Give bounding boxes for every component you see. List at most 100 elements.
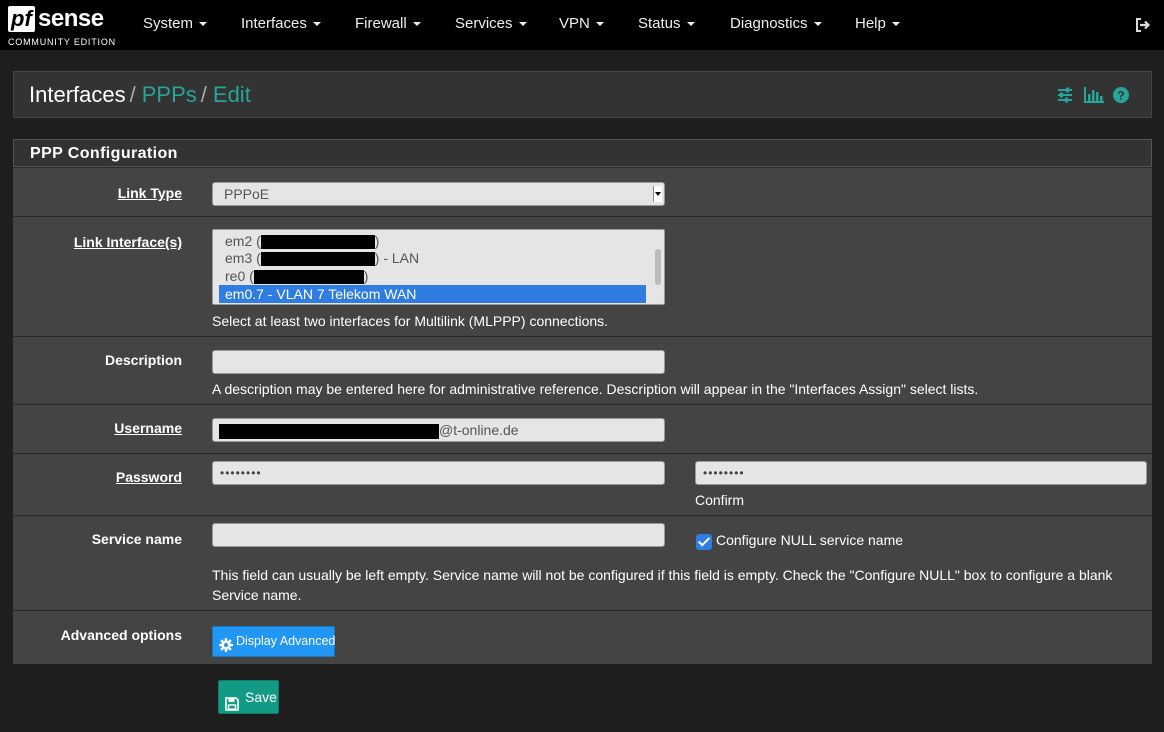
nav-system[interactable]: System <box>143 0 208 50</box>
caret-down-icon <box>312 22 321 27</box>
chevron-down-icon <box>653 186 662 202</box>
sliders-icon[interactable] <box>1057 87 1073 106</box>
caret-down-icon <box>199 22 208 27</box>
sign-out-icon[interactable] <box>1134 16 1152 34</box>
null-service-checkbox[interactable] <box>696 534 712 550</box>
nav-diagnostics[interactable]: Diagnostics <box>730 0 822 50</box>
link-type-select[interactable]: PPPoE <box>212 182 665 206</box>
option-text: em0.7 - VLAN 7 Telekom WAN <box>225 286 417 302</box>
password-confirm-value: •••••••• <box>703 466 745 480</box>
password-confirm-label: Confirm <box>695 492 745 508</box>
nav-firewall-label: Firewall <box>355 15 407 32</box>
redaction-block <box>219 423 439 439</box>
option-text: ) - LAN <box>374 250 420 266</box>
password-input[interactable]: •••••••• <box>212 461 665 485</box>
username-input[interactable]: @t-online.de <box>212 418 665 442</box>
option-text: ) <box>363 268 369 284</box>
password-value: •••••••• <box>220 466 262 480</box>
nav-vpn[interactable]: VPN <box>559 0 604 50</box>
link-interfaces-label: Link Interface(s) <box>73 234 182 250</box>
breadcrumb-bar: Interfaces / PPPs / Edit ? <box>13 71 1152 118</box>
caret-down-icon <box>518 22 527 27</box>
bar-chart-icon[interactable] <box>1084 87 1104 106</box>
redaction-block <box>260 252 375 267</box>
link-interfaces-row: Link Interface(s) em2 () em3 ( ) - LAN re… <box>13 216 1152 336</box>
display-advanced-label: Display Advanced <box>236 634 336 648</box>
logo-sense: sense <box>38 5 104 32</box>
breadcrumb-icons: ? <box>1057 87 1139 105</box>
save-icon <box>225 690 239 722</box>
nav-firewall[interactable]: Firewall <box>355 0 421 50</box>
ppp-configuration-panel: PPP Configuration Link Type PPPoE Link I… <box>13 139 1152 664</box>
nav-diagnostics-label: Diagnostics <box>730 15 808 32</box>
option-text: em2 ( <box>225 233 261 249</box>
svg-text:?: ? <box>1117 89 1124 103</box>
nav-services-label: Services <box>455 15 513 32</box>
caret-down-icon <box>813 22 822 27</box>
caret-down-icon <box>891 22 900 27</box>
nav-vpn-label: VPN <box>559 15 590 32</box>
save-label: Save <box>245 689 277 705</box>
nav-interfaces[interactable]: Interfaces <box>241 0 321 50</box>
link-type-value: PPPoE <box>224 186 270 202</box>
username-label: Username <box>114 420 182 436</box>
nav-system-label: System <box>143 15 194 32</box>
password-label: Password <box>115 469 182 485</box>
question-circle-icon[interactable]: ? <box>1113 87 1129 106</box>
null-service-label[interactable]: Configure NULL service name <box>716 530 903 550</box>
top-navbar: pf sense COMMUNITY EDITION System Interf… <box>0 0 1164 50</box>
advanced-options-row: Advanced options Display Advanced <box>13 610 1152 664</box>
gear-icon <box>219 634 233 663</box>
description-row: Description A description may be entered… <box>13 336 1152 404</box>
option-text: re0 ( <box>225 268 254 284</box>
breadcrumb-separator: / <box>200 82 207 107</box>
scrollbar-thumb[interactable] <box>655 249 661 285</box>
logo-pf: pf <box>8 6 35 32</box>
nav-help[interactable]: Help <box>855 0 900 50</box>
caret-down-icon <box>595 22 604 27</box>
username-value: @t-online.de <box>439 422 519 438</box>
listbox-scrollbar[interactable] <box>655 233 661 301</box>
breadcrumb-separator: / <box>129 82 136 107</box>
password-row: Password •••••••• •••••••• Confirm <box>13 453 1152 515</box>
breadcrumb: Interfaces / PPPs / Edit <box>29 81 251 109</box>
option-text: ) <box>374 233 380 249</box>
advanced-options-label: Advanced options <box>60 627 182 643</box>
caret-down-icon <box>686 22 695 27</box>
link-type-label: Link Type <box>117 185 182 201</box>
option-text: em3 ( <box>225 250 261 266</box>
nav-services[interactable]: Services <box>455 0 527 50</box>
redaction-block <box>260 235 375 250</box>
link-type-row: Link Type PPPoE <box>13 167 1152 216</box>
nav-interfaces-label: Interfaces <box>241 15 307 32</box>
caret-down-icon <box>412 22 421 27</box>
link-interfaces-help: Select at least two interfaces for Multi… <box>212 313 609 329</box>
interface-option-em3[interactable]: em3 ( ) - LAN <box>219 249 646 267</box>
service-name-input[interactable] <box>212 523 665 547</box>
password-confirm-input[interactable]: •••••••• <box>695 461 1147 485</box>
description-help: A description may be entered here for ad… <box>212 381 979 397</box>
service-name-row: Service name Configure NULL service name… <box>13 515 1152 610</box>
redaction-block <box>253 270 364 285</box>
service-name-help: This field can usually be left empty. Se… <box>212 567 1113 603</box>
nav-status-label: Status <box>638 15 681 32</box>
username-row: Username @t-online.de <box>13 404 1152 453</box>
panel-heading: PPP Configuration <box>13 139 1152 167</box>
description-label: Description <box>104 352 182 368</box>
interface-option-re0[interactable]: re0 () <box>219 267 646 285</box>
display-advanced-button[interactable]: Display Advanced <box>212 626 335 657</box>
save-button[interactable]: Save <box>218 680 279 714</box>
breadcrumb-ppps-link[interactable]: PPPs <box>142 82 197 107</box>
service-name-label: Service name <box>91 531 182 547</box>
interface-option-em0-7[interactable]: em0.7 - VLAN 7 Telekom WAN <box>219 285 646 303</box>
description-input[interactable] <box>212 350 665 374</box>
breadcrumb-interfaces: Interfaces <box>29 82 126 107</box>
panel-title: PPP Configuration <box>30 145 178 162</box>
logo-edition: COMMUNITY EDITION <box>8 37 116 47</box>
nav-help-label: Help <box>855 15 886 32</box>
nav-status[interactable]: Status <box>638 0 695 50</box>
link-interfaces-listbox[interactable]: em2 () em3 ( ) - LAN re0 () em0.7 - VLAN … <box>212 229 665 305</box>
breadcrumb-edit-link[interactable]: Edit <box>213 82 251 107</box>
pfsense-logo[interactable]: pf sense COMMUNITY EDITION <box>8 5 118 47</box>
interface-option-em2[interactable]: em2 () <box>219 232 646 250</box>
